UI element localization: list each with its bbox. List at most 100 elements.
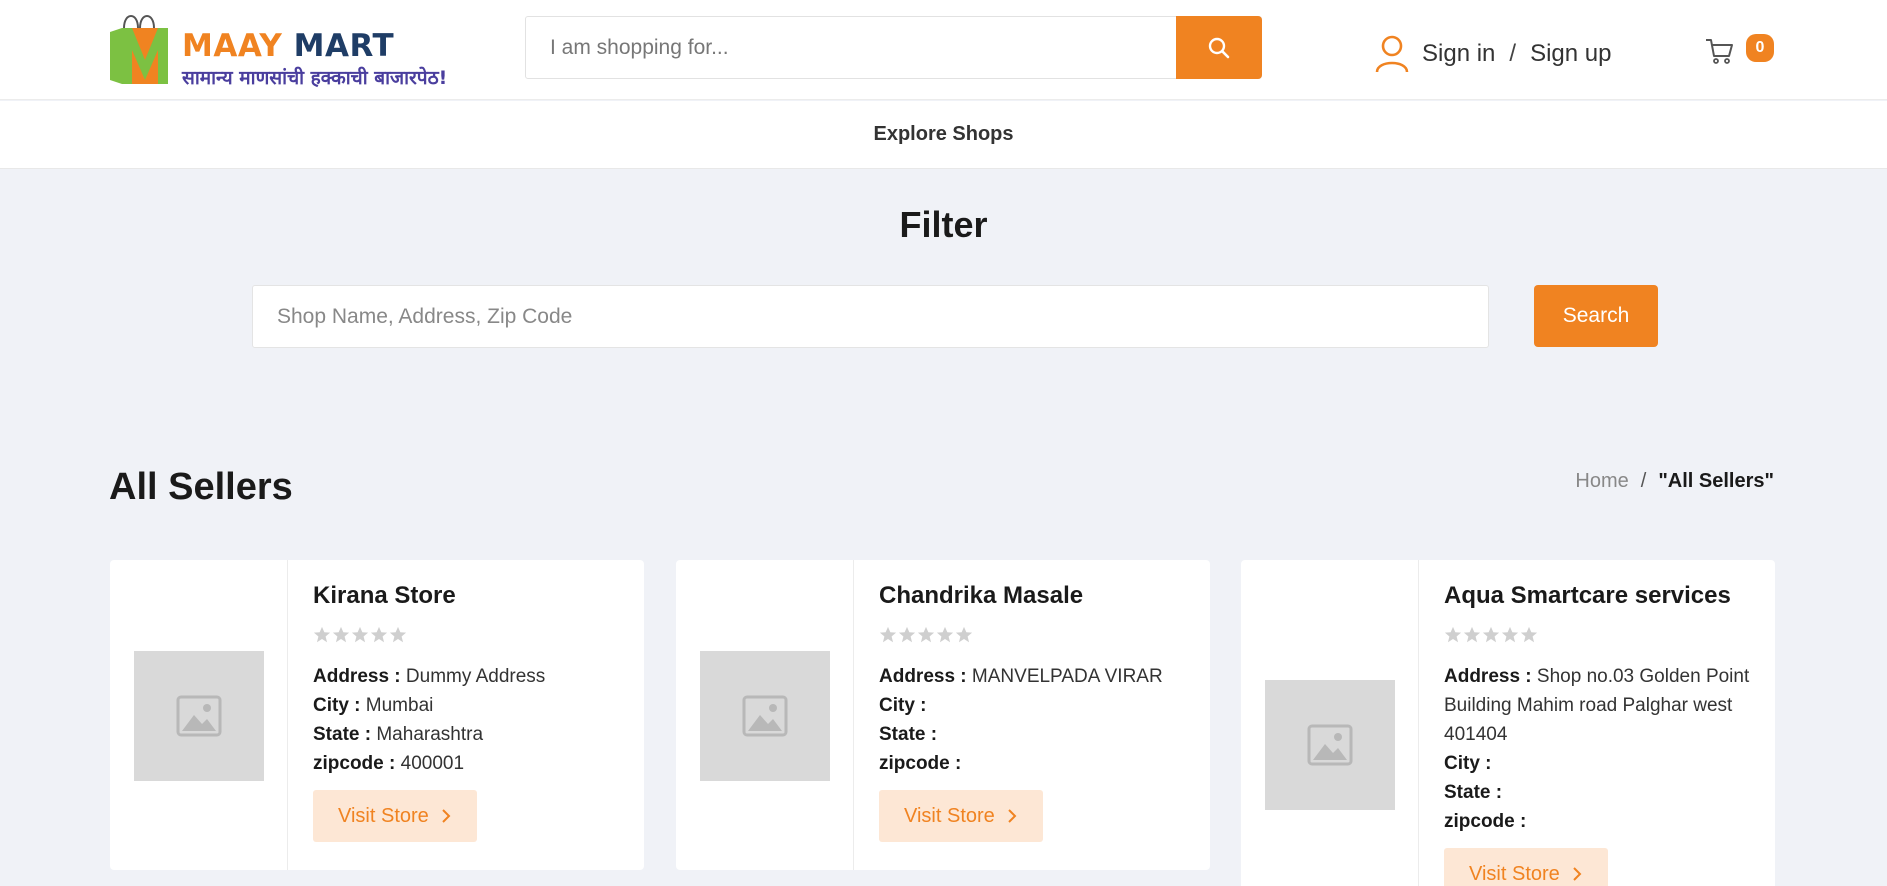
seller-zipcode: zipcode : 400001 (313, 749, 623, 778)
zipcode-label: zipcode : (313, 753, 396, 774)
seller-card: Aqua Smartcare services Address : Shop n… (1241, 560, 1775, 886)
seller-state: State : (879, 720, 1189, 749)
seller-details: Aqua Smartcare services Address : Shop n… (1444, 582, 1754, 886)
visit-store-label: Visit Store (904, 804, 995, 827)
chevron-right-icon (1008, 809, 1017, 823)
rating-stars (1444, 626, 1754, 646)
signin-link[interactable]: Sign in (1422, 40, 1495, 68)
star-icon (351, 626, 369, 643)
user-icon (1375, 35, 1409, 73)
brand-name: MAAY MART (182, 28, 394, 64)
seller-image-placeholder[interactable] (134, 651, 264, 781)
seller-address: Address : Shop no.03 Golden Point Buildi… (1444, 662, 1754, 749)
zipcode-value: 400001 (400, 753, 465, 774)
signup-link[interactable]: Sign up (1530, 40, 1611, 68)
star-icon (917, 626, 935, 643)
state-value: Maharashtra (376, 724, 484, 745)
seller-city: City : (879, 691, 1189, 720)
image-placeholder-icon (176, 695, 222, 737)
seller-state: State : Maharashtra (313, 720, 623, 749)
breadcrumb-home-link[interactable]: Home (1575, 470, 1628, 493)
seller-name[interactable]: Chandrika Masale (879, 582, 1189, 610)
seller-zipcode: zipcode : (1444, 807, 1754, 836)
seller-name[interactable]: Kirana Store (313, 582, 623, 610)
site-header: MAAY MART सामान्य माणसांची हक्काची बाजार… (0, 0, 1887, 100)
address-label: Address : (313, 666, 401, 687)
state-label: State : (1444, 782, 1503, 803)
visit-store-button[interactable]: Visit Store (1444, 848, 1608, 886)
header-search (525, 16, 1262, 79)
shopping-bag-logo-icon (110, 15, 168, 84)
visit-store-button[interactable]: Visit Store (313, 790, 477, 842)
search-icon (1208, 37, 1230, 58)
rating-stars (879, 626, 1189, 646)
image-placeholder-icon (1307, 724, 1353, 766)
auth-separator: / (1509, 40, 1517, 67)
cart-icon (1706, 39, 1733, 64)
seller-image-placeholder[interactable] (700, 651, 830, 781)
state-label: State : (313, 724, 372, 745)
chevron-right-icon (1573, 867, 1582, 881)
filter-search-input[interactable] (252, 285, 1489, 348)
rating-stars (313, 626, 623, 646)
city-label: City : (1444, 753, 1492, 774)
breadcrumb-current: "All Sellers" (1658, 470, 1774, 492)
cart-button[interactable]: 0 (1704, 32, 1776, 68)
star-icon (879, 626, 897, 643)
zipcode-label: zipcode : (879, 753, 962, 774)
seller-name[interactable]: Aqua Smartcare services (1444, 582, 1754, 610)
seller-zipcode: zipcode : (879, 749, 1189, 778)
star-icon (936, 626, 954, 643)
seller-details: Kirana Store Address : Dummy Address Cit… (313, 582, 623, 842)
filter-title: Filter (899, 204, 988, 245)
seller-card: Chandrika Masale Address : MANVELPADA VI… (676, 560, 1210, 870)
star-icon (1482, 626, 1500, 643)
header-search-button[interactable] (1176, 16, 1262, 79)
address-label: Address : (1444, 666, 1532, 687)
breadcrumb: Home / "All Sellers" (1575, 470, 1774, 493)
star-icon (1520, 626, 1538, 643)
brand-logo[interactable]: MAAY MART सामान्य माणसांची हक्काची बाजार… (108, 10, 488, 89)
city-value: Mumbai (365, 695, 434, 716)
seller-card: Kirana Store Address : Dummy Address Cit… (110, 560, 644, 870)
visit-store-label: Visit Store (1469, 862, 1560, 885)
star-icon (955, 626, 973, 643)
seller-city: City : Mumbai (313, 691, 623, 720)
star-icon (332, 626, 350, 643)
seller-city: City : (1444, 749, 1754, 778)
address-label: Address : (879, 666, 967, 687)
address-value: Dummy Address (405, 666, 546, 687)
star-icon (898, 626, 916, 643)
state-label: State : (879, 724, 938, 745)
auth-links: Sign in / Sign up (1374, 34, 1611, 74)
breadcrumb-separator: / (1640, 470, 1647, 492)
brand-tagline: सामान्य माणसांची हक्काची बाजारपेठ! (182, 67, 448, 89)
nav-item-explore-shops[interactable]: Explore Shops (873, 123, 1013, 146)
image-placeholder-icon (742, 695, 788, 737)
star-icon (313, 626, 331, 643)
header-search-input[interactable] (526, 17, 1176, 78)
brand-name-part2: MART (293, 28, 395, 64)
page-title: All Sellers (109, 466, 293, 508)
star-icon (389, 626, 407, 643)
zipcode-label: zipcode : (1444, 811, 1527, 832)
main-nav: Explore Shops (0, 101, 1887, 169)
seller-address: Address : MANVELPADA VIRAR (879, 662, 1189, 691)
seller-state: State : (1444, 778, 1754, 807)
seller-address: Address : Dummy Address (313, 662, 623, 691)
seller-image-placeholder[interactable] (1265, 680, 1395, 810)
star-icon (370, 626, 388, 643)
cart-count-badge: 0 (1746, 34, 1774, 62)
seller-image-column (110, 560, 288, 870)
star-icon (1501, 626, 1519, 643)
seller-image-column (676, 560, 854, 870)
seller-details: Chandrika Masale Address : MANVELPADA VI… (879, 582, 1189, 842)
visit-store-label: Visit Store (338, 804, 429, 827)
address-value: MANVELPADA VIRAR (971, 666, 1163, 687)
star-icon (1463, 626, 1481, 643)
star-icon (1444, 626, 1462, 643)
filter-search-button[interactable]: Search (1534, 285, 1658, 347)
chevron-right-icon (442, 809, 451, 823)
city-label: City : (313, 695, 361, 716)
visit-store-button[interactable]: Visit Store (879, 790, 1043, 842)
